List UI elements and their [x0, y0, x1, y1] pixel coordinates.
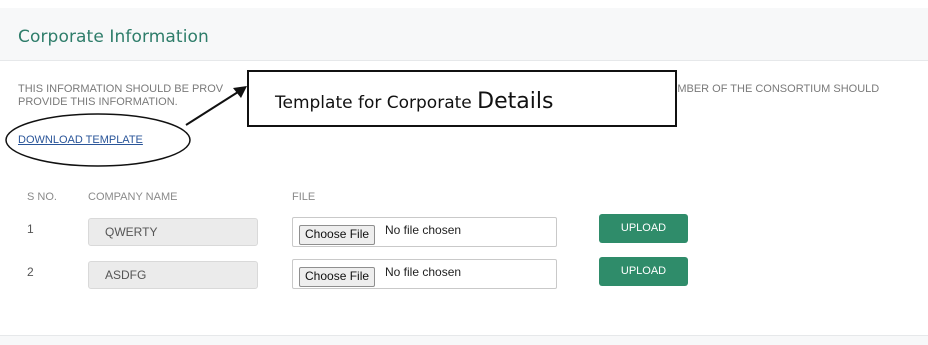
row-2-choose-file-button[interactable]: Choose File — [299, 267, 376, 287]
row-1-file-input[interactable]: Choose File No file chosen — [292, 217, 557, 247]
row-2-upload-button[interactable]: UPLOAD — [599, 257, 688, 286]
column-header-company: COMPANY NAME — [88, 191, 178, 203]
row-1-choose-file-button[interactable]: Choose File — [299, 225, 376, 245]
download-template-link[interactable]: DOWNLOAD TEMPLATE — [18, 134, 143, 146]
notice-line1: THIS INFORMATION SHOULD BE PROV — [18, 83, 224, 95]
row-1-sno: 1 — [27, 222, 34, 236]
row-1-company-field: QWERTY — [88, 218, 258, 246]
row-2-company-field: ASDFG — [88, 261, 258, 289]
panel-title: Corporate Information — [18, 27, 209, 47]
annotation-callout-text: Template for Corporate Details — [275, 89, 553, 114]
row-1-upload-button[interactable]: UPLOAD — [599, 214, 688, 243]
row-2-sno: 2 — [27, 265, 34, 279]
panel-header: Corporate Information — [0, 8, 928, 61]
callout-text-prefix: Template for Corporate — [275, 93, 478, 113]
row-2-file-input[interactable]: Choose File No file chosen — [292, 259, 557, 289]
row-1-file-status: No file chosen — [385, 223, 462, 237]
callout-text-emphasis: Details — [477, 89, 554, 114]
notice-line2: PROVIDE THIS INFORMATION. — [18, 96, 178, 108]
notice-line1-right: EMBER OF THE CONSORTIUM SHOULD — [670, 83, 880, 95]
annotation-callout: Template for Corporate Details — [247, 70, 677, 127]
column-header-sno: S NO. — [27, 191, 57, 203]
row-2-file-status: No file chosen — [385, 265, 462, 279]
column-header-file: FILE — [292, 191, 316, 203]
